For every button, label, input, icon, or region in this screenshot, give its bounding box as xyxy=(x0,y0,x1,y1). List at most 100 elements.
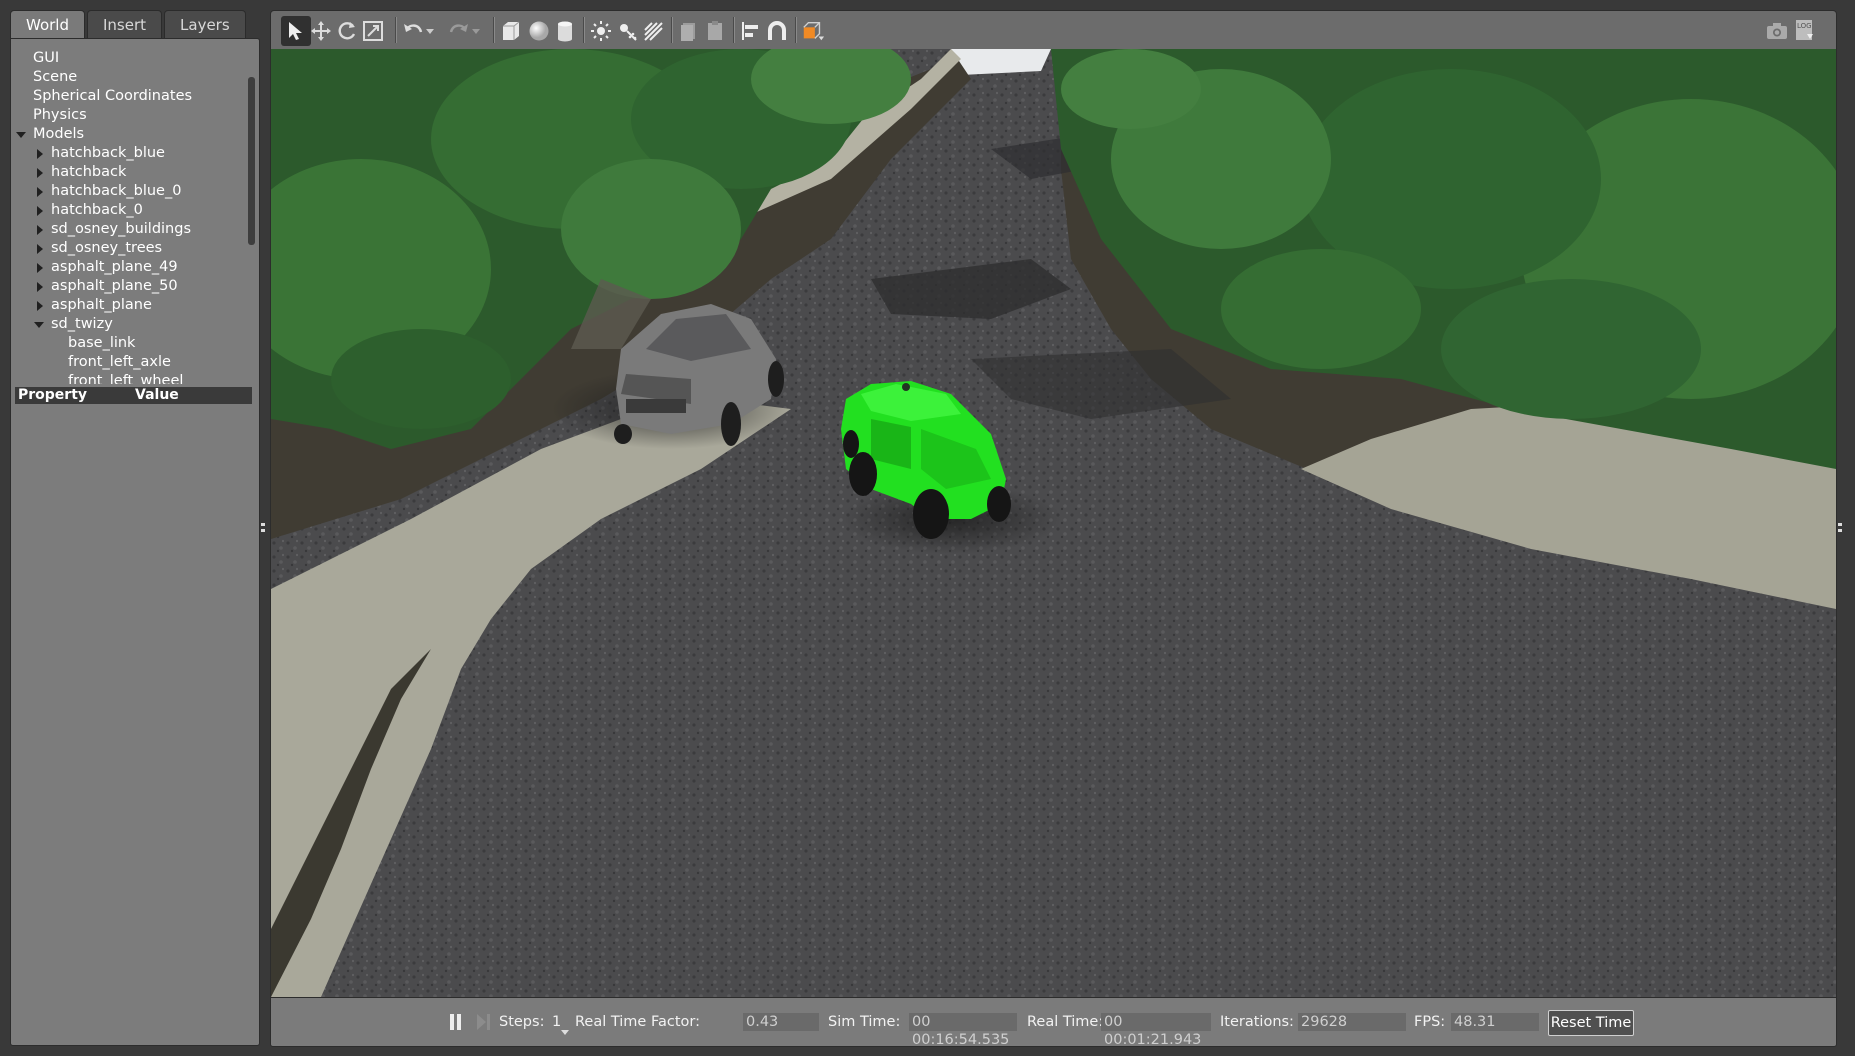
tree-item-label: hatchback_blue xyxy=(51,145,165,161)
cylinder-shape-icon[interactable] xyxy=(553,19,577,43)
tree-item[interactable]: front_left_axle xyxy=(11,353,249,372)
tree-item-label: sd_osney_buildings xyxy=(51,221,192,237)
tree-item[interactable]: hatchback_blue_0 xyxy=(11,182,249,201)
left-splitter-handle[interactable] xyxy=(261,523,265,533)
tree-item[interactable]: asphalt_plane xyxy=(11,296,249,315)
snap-magnet-icon[interactable] xyxy=(765,19,789,43)
tree-item[interactable]: Physics xyxy=(11,106,249,125)
undo-dropdown-icon[interactable] xyxy=(423,19,437,43)
expand-arrow-right-icon[interactable] xyxy=(37,206,43,216)
expand-arrow-down-icon[interactable] xyxy=(34,322,44,328)
align-icon[interactable] xyxy=(739,19,763,43)
scale-icon[interactable] xyxy=(361,19,385,43)
tree-item-label: Models xyxy=(33,126,85,142)
world-panel: GUI Scene Spherical Coordinates Physics Mode… xyxy=(10,38,260,1046)
translate-icon[interactable] xyxy=(309,19,333,43)
property-column-header: Property xyxy=(18,387,88,403)
expand-arrow-right-icon[interactable] xyxy=(37,301,43,311)
tree-item[interactable]: asphalt_plane_50 xyxy=(11,277,249,296)
log-icon[interactable]: LOG xyxy=(1793,19,1817,43)
expand-arrow-right-icon[interactable] xyxy=(37,263,43,273)
fps-label: FPS: xyxy=(1414,1014,1446,1030)
toolbar-separator xyxy=(395,17,397,43)
sim-time-label: Sim Time: xyxy=(828,1014,901,1030)
sphere-shape-icon[interactable] xyxy=(527,19,551,43)
real-time-factor-label: Real Time Factor: xyxy=(575,1014,700,1030)
toolbar-separator xyxy=(493,17,495,43)
tree-item-label: hatchback_blue_0 xyxy=(51,183,182,199)
tree-item[interactable]: Scene xyxy=(11,68,249,87)
tree-item-label: hatchback_0 xyxy=(51,202,143,218)
tree-scrollbar-thumb[interactable] xyxy=(248,77,255,245)
tree-item[interactable]: sd_osney_buildings xyxy=(11,220,249,239)
panel-tabs: World Insert Layers xyxy=(10,10,248,40)
left-panel: World Insert Layers GUI Scene Spherical Co… xyxy=(10,8,260,1046)
toolbar-separator xyxy=(795,17,797,43)
reset-time-button[interactable]: Reset Time xyxy=(1548,1010,1634,1036)
tree-item-label: GUI xyxy=(33,50,60,66)
tree-item-label: Scene xyxy=(33,69,78,85)
expand-arrow-right-icon[interactable] xyxy=(37,187,43,197)
tree-item[interactable]: hatchback_blue xyxy=(11,144,249,163)
right-splitter-handle[interactable] xyxy=(1838,523,1842,533)
rotate-icon[interactable] xyxy=(335,19,359,43)
tree-item[interactable]: front_left_wheel xyxy=(11,372,249,384)
expand-arrow-right-icon[interactable] xyxy=(37,168,43,178)
tree-item-label: front_left_wheel xyxy=(68,373,184,384)
tree-item[interactable]: sd_osney_trees xyxy=(11,239,249,258)
redo-dropdown-icon[interactable] xyxy=(469,19,483,43)
iterations-label: Iterations: xyxy=(1220,1014,1294,1030)
paste-icon[interactable] xyxy=(703,19,727,43)
tab-insert[interactable]: Insert xyxy=(87,10,163,39)
tree-item[interactable]: sd_twizy xyxy=(11,315,249,334)
property-table-header: Property Value xyxy=(15,387,252,404)
view-angle-icon[interactable] xyxy=(801,19,825,43)
iterations-value: 29628 xyxy=(1298,1013,1406,1031)
tree-item[interactable]: hatchback xyxy=(11,163,249,182)
tree-item[interactable]: GUI xyxy=(11,49,249,68)
simulation-status-bar: Steps: 1 Real Time Factor: 0.43 Sim Time… xyxy=(270,997,1837,1048)
expand-arrow-down-icon[interactable] xyxy=(16,132,26,138)
tree-item[interactable]: base_link xyxy=(11,334,249,353)
tree-item[interactable]: hatchback_0 xyxy=(11,201,249,220)
screenshot-icon[interactable] xyxy=(1765,19,1789,43)
tree-scrollbar[interactable] xyxy=(248,57,255,377)
point-light-icon[interactable] xyxy=(589,19,613,43)
directional-light-icon[interactable] xyxy=(641,19,665,43)
world-tree[interactable]: GUI Scene Spherical Coordinates Physics Mode… xyxy=(11,49,249,384)
pause-button[interactable] xyxy=(449,1012,463,1032)
steps-label: Steps: xyxy=(499,1014,545,1030)
real-time-factor-value: 0.43 xyxy=(743,1013,819,1031)
toolbar-separator xyxy=(733,17,735,43)
tree-item-label: front_left_axle xyxy=(68,354,171,370)
tree-item[interactable]: asphalt_plane_49 xyxy=(11,258,249,277)
expand-arrow-right-icon[interactable] xyxy=(37,282,43,292)
3d-viewport[interactable] xyxy=(270,49,1837,997)
toolbar-separator xyxy=(671,17,673,43)
steps-spinbox[interactable]: 1 xyxy=(552,1013,561,1031)
spot-light-icon[interactable] xyxy=(615,19,639,43)
sky xyxy=(951,49,1051,75)
tree-item[interactable]: Spherical Coordinates xyxy=(11,87,249,106)
tree-item-label: asphalt_plane_50 xyxy=(51,278,178,294)
undo-icon[interactable] xyxy=(401,19,425,43)
expand-arrow-right-icon[interactable] xyxy=(37,149,43,159)
svg-text:LOG: LOG xyxy=(1797,22,1812,30)
box-shape-icon[interactable] xyxy=(499,19,523,43)
sim-time-value: 00 00:16:54.535 xyxy=(909,1013,1017,1048)
tree-item-label: sd_twizy xyxy=(51,316,113,332)
tree-item-label: asphalt_plane_49 xyxy=(51,259,178,275)
tree-item[interactable]: Models xyxy=(11,125,249,144)
tree-item-label: Spherical Coordinates xyxy=(33,88,193,104)
select-arrow-icon[interactable] xyxy=(281,16,311,46)
copy-icon[interactable] xyxy=(677,19,701,43)
tree-item-label: hatchback xyxy=(51,164,127,180)
expand-arrow-right-icon[interactable] xyxy=(37,225,43,235)
steps-dropdown-icon[interactable] xyxy=(561,1024,569,1040)
redo-icon[interactable] xyxy=(447,19,471,43)
tab-layers[interactable]: Layers xyxy=(164,10,246,39)
tab-world[interactable]: World xyxy=(10,10,85,39)
expand-arrow-right-icon[interactable] xyxy=(37,244,43,254)
toolbar-separator xyxy=(583,17,585,43)
step-forward-button[interactable] xyxy=(476,1012,492,1032)
